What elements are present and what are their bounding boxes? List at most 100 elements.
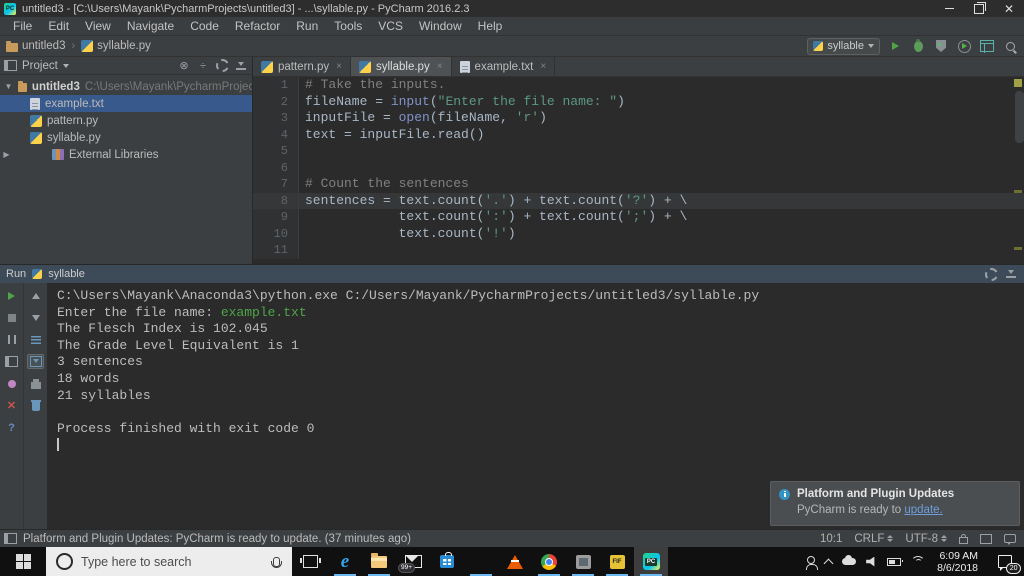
lock-icon[interactable]: [959, 537, 968, 544]
tree-item-pattern.py[interactable]: pattern.py: [0, 112, 252, 129]
menu-item-refactor[interactable]: Refactor: [228, 18, 287, 34]
taskbar-explorer-button[interactable]: [362, 547, 396, 576]
menu-item-help[interactable]: Help: [471, 18, 510, 34]
pin-tab-button[interactable]: [3, 376, 20, 391]
tree-item-syllable.py[interactable]: syllable.py: [0, 129, 252, 146]
wifi-icon[interactable]: [911, 556, 923, 568]
menu-item-navigate[interactable]: Navigate: [120, 18, 181, 34]
scroll-to-end-button[interactable]: [27, 354, 44, 369]
run-settings-button[interactable]: [984, 267, 998, 281]
python-file-icon: [81, 40, 93, 52]
close-button[interactable]: ✕: [994, 0, 1024, 17]
tab-syllable.py[interactable]: syllable.py×: [351, 57, 452, 76]
notification-balloon[interactable]: Platform and Plugin Updates PyCharm is r…: [770, 481, 1020, 526]
people-icon[interactable]: [807, 556, 815, 564]
taskbar-sticky-notes-button[interactable]: [464, 547, 498, 576]
breadcrumb-separator: ›: [71, 40, 75, 52]
settings-button[interactable]: [215, 59, 229, 73]
tree-collapsed-icon[interactable]: ▶: [2, 150, 11, 159]
hide-run-panel-button[interactable]: [1004, 267, 1018, 281]
status-message[interactable]: Platform and Plugin Updates: PyCharm is …: [23, 533, 411, 545]
tab-close-icon[interactable]: ×: [437, 61, 443, 72]
tab-close-icon[interactable]: ×: [336, 61, 342, 72]
restore-layout-button[interactable]: [3, 354, 20, 369]
taskbar-media-app-button[interactable]: [566, 547, 600, 576]
taskbar-clock[interactable]: 6:09 AM 8/6/2018: [929, 547, 986, 576]
rerun-button[interactable]: [3, 288, 20, 303]
inspection-status-icon[interactable]: [1014, 79, 1022, 87]
tree-item-external-libraries[interactable]: ▶ External Libraries: [0, 146, 252, 163]
update-link[interactable]: update.: [904, 504, 942, 516]
toolwindow-toggle-icon[interactable]: [4, 533, 17, 544]
breadcrumb-project[interactable]: untitled3: [6, 40, 65, 52]
search-everywhere-button[interactable]: [1002, 38, 1018, 54]
battery-icon[interactable]: [887, 558, 901, 566]
run-console-icon: [958, 40, 971, 53]
hide-panel-button[interactable]: [234, 59, 248, 73]
editor-scrollbar[interactable]: [1015, 91, 1024, 143]
tray-expand-icon[interactable]: [824, 558, 834, 568]
restore-icon: [974, 4, 984, 14]
hector-inspector-icon[interactable]: [980, 534, 992, 544]
tab-close-icon[interactable]: ×: [540, 61, 546, 72]
minimize-button[interactable]: [934, 0, 964, 17]
coverage-button[interactable]: [933, 38, 949, 54]
taskbar-edge-button[interactable]: e: [328, 547, 362, 576]
tab-example.txt[interactable]: example.txt×: [452, 57, 556, 76]
taskbar-search-input[interactable]: Type here to search: [46, 547, 292, 576]
tree-item-example.txt[interactable]: example.txt: [0, 95, 252, 112]
onedrive-icon[interactable]: [842, 558, 856, 565]
run-button[interactable]: [887, 38, 903, 54]
down-stack-trace-button[interactable]: [27, 310, 44, 325]
event-log-icon[interactable]: [1004, 534, 1016, 543]
caret-position[interactable]: 10:1: [820, 533, 842, 545]
encoding-select[interactable]: UTF-8: [905, 533, 947, 545]
edge-icon: e: [341, 553, 349, 571]
tree-expanded-icon[interactable]: ▼: [4, 82, 13, 91]
menu-item-window[interactable]: Window: [412, 18, 469, 34]
stop-button[interactable]: [3, 310, 20, 325]
task-view-button[interactable]: [292, 547, 328, 576]
taskbar-store-button[interactable]: [430, 547, 464, 576]
run-with-console-button[interactable]: [956, 38, 972, 54]
line-separator-select[interactable]: CRLF: [854, 533, 893, 545]
print-button[interactable]: [27, 376, 44, 391]
menu-item-run[interactable]: Run: [289, 18, 325, 34]
menu-item-code[interactable]: Code: [183, 18, 226, 34]
pause-output-button[interactable]: [3, 332, 20, 347]
up-stack-trace-button[interactable]: [27, 288, 44, 303]
action-center-button[interactable]: 20: [986, 547, 1024, 576]
volume-icon[interactable]: [866, 557, 877, 567]
menu-item-view[interactable]: View: [78, 18, 118, 34]
scroll-from-source-button[interactable]: ÷: [196, 59, 210, 73]
soft-wrap-button[interactable]: [27, 332, 44, 347]
restore-layout-button[interactable]: [979, 38, 995, 54]
restore-button[interactable]: [964, 0, 994, 17]
chevron-down-icon[interactable]: [63, 64, 69, 68]
taskbar-chrome-button[interactable]: [532, 547, 566, 576]
run-tab-label[interactable]: Run: [6, 268, 26, 280]
tree-root-untitled3[interactable]: ▼ untitled3 C:\Users\Mayank\PycharmProje…: [0, 78, 252, 95]
help-button[interactable]: ?: [3, 420, 20, 435]
start-button[interactable]: [0, 547, 46, 576]
debug-button[interactable]: [910, 38, 926, 54]
menu-item-edit[interactable]: Edit: [41, 18, 76, 34]
close-run-button[interactable]: ✕: [3, 398, 20, 413]
tab-pattern.py[interactable]: pattern.py×: [253, 57, 351, 76]
menu-item-vcs[interactable]: VCS: [371, 18, 410, 34]
taskbar-yellow-app-button[interactable]: FIF: [600, 547, 634, 576]
breadcrumb-file[interactable]: syllable.py: [81, 40, 151, 52]
menu-item-tools[interactable]: Tools: [327, 18, 369, 34]
arrow-up-icon: [32, 293, 40, 299]
taskbar-mail-button[interactable]: 99+: [396, 547, 430, 576]
menu-item-file[interactable]: File: [6, 18, 39, 34]
clear-console-button[interactable]: [27, 398, 44, 413]
code-editor[interactable]: 1# Take the inputs.2fileName = input("En…: [253, 77, 1024, 264]
collapse-all-button[interactable]: ⊗: [177, 59, 191, 73]
run-configuration-select[interactable]: syllable: [807, 38, 880, 55]
microphone-icon[interactable]: [273, 557, 280, 567]
taskbar-vlc-button[interactable]: [498, 547, 532, 576]
taskbar-pycharm-button[interactable]: PC: [634, 547, 668, 576]
layout-icon: [5, 356, 18, 367]
notification-title: Platform and Plugin Updates: [797, 488, 954, 500]
